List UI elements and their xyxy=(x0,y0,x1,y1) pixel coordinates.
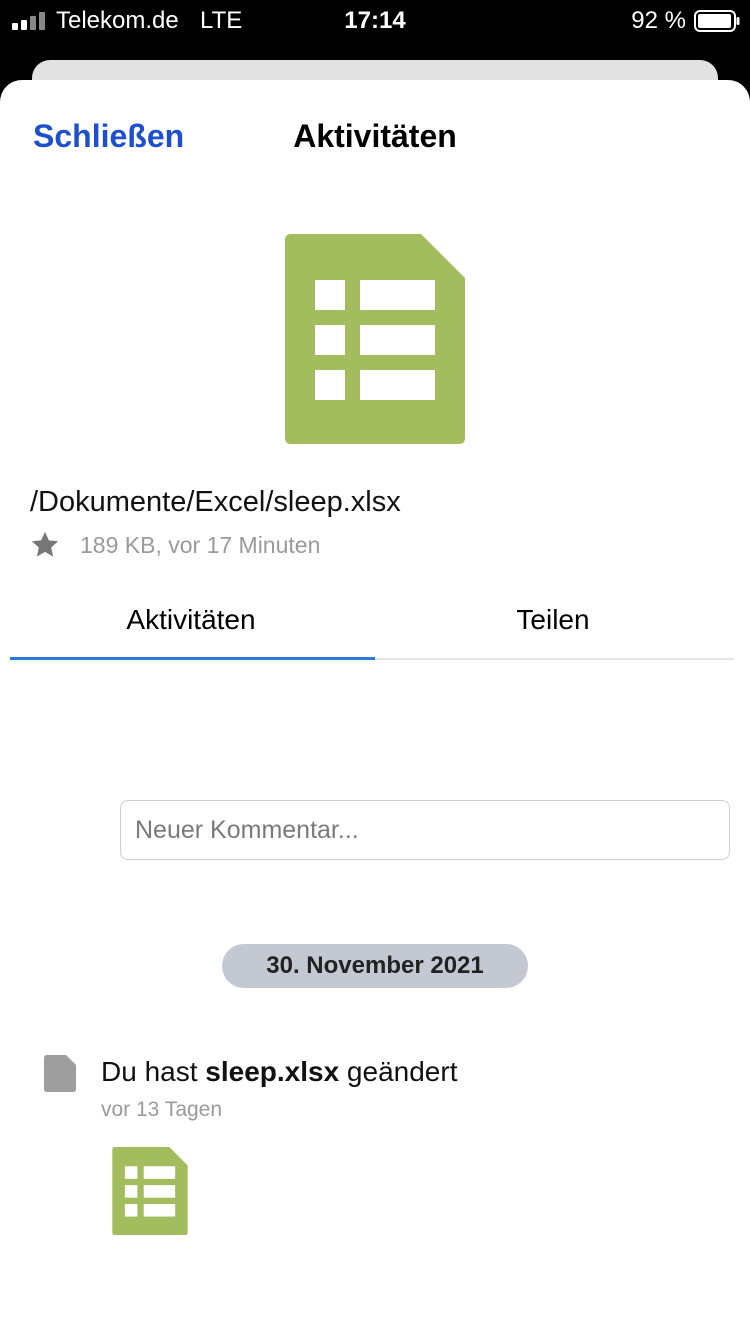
battery-percentage: 92 % xyxy=(631,7,686,34)
activity-prefix: Du hast xyxy=(101,1056,206,1087)
file-meta: 189 KB, vor 17 Minuten xyxy=(80,532,321,558)
comment-input[interactable] xyxy=(120,800,730,860)
battery-icon xyxy=(694,10,740,32)
activity-description: Du hast sleep.xlsx geändert xyxy=(101,1056,457,1088)
spreadsheet-icon xyxy=(285,234,465,444)
activity-filename[interactable]: sleep.xlsx xyxy=(205,1056,339,1087)
activity-time: vor 13 Tagen xyxy=(101,1098,223,1121)
file-path: /Dokumente/Excel/sleep.xlsx xyxy=(30,486,401,518)
activity-sheet: Schließen Aktivitäten /Dokumente/Excel/s… xyxy=(0,80,750,1334)
active-tab-indicator xyxy=(10,657,375,660)
spreadsheet-thumbnail-icon[interactable] xyxy=(112,1147,188,1235)
tab-activities[interactable]: Aktivitäten xyxy=(10,600,372,658)
status-bar: Telekom.de LTE 17:14 92 % xyxy=(0,0,750,42)
date-chip: 30. November 2021 xyxy=(222,944,528,988)
star-icon[interactable] xyxy=(30,530,60,560)
tab-bar: Aktivitäten Teilen xyxy=(10,600,734,660)
tab-share[interactable]: Teilen xyxy=(372,600,734,658)
document-icon xyxy=(44,1055,76,1092)
activity-suffix: geändert xyxy=(339,1056,458,1087)
sheet-title: Aktivitäten xyxy=(293,118,457,154)
